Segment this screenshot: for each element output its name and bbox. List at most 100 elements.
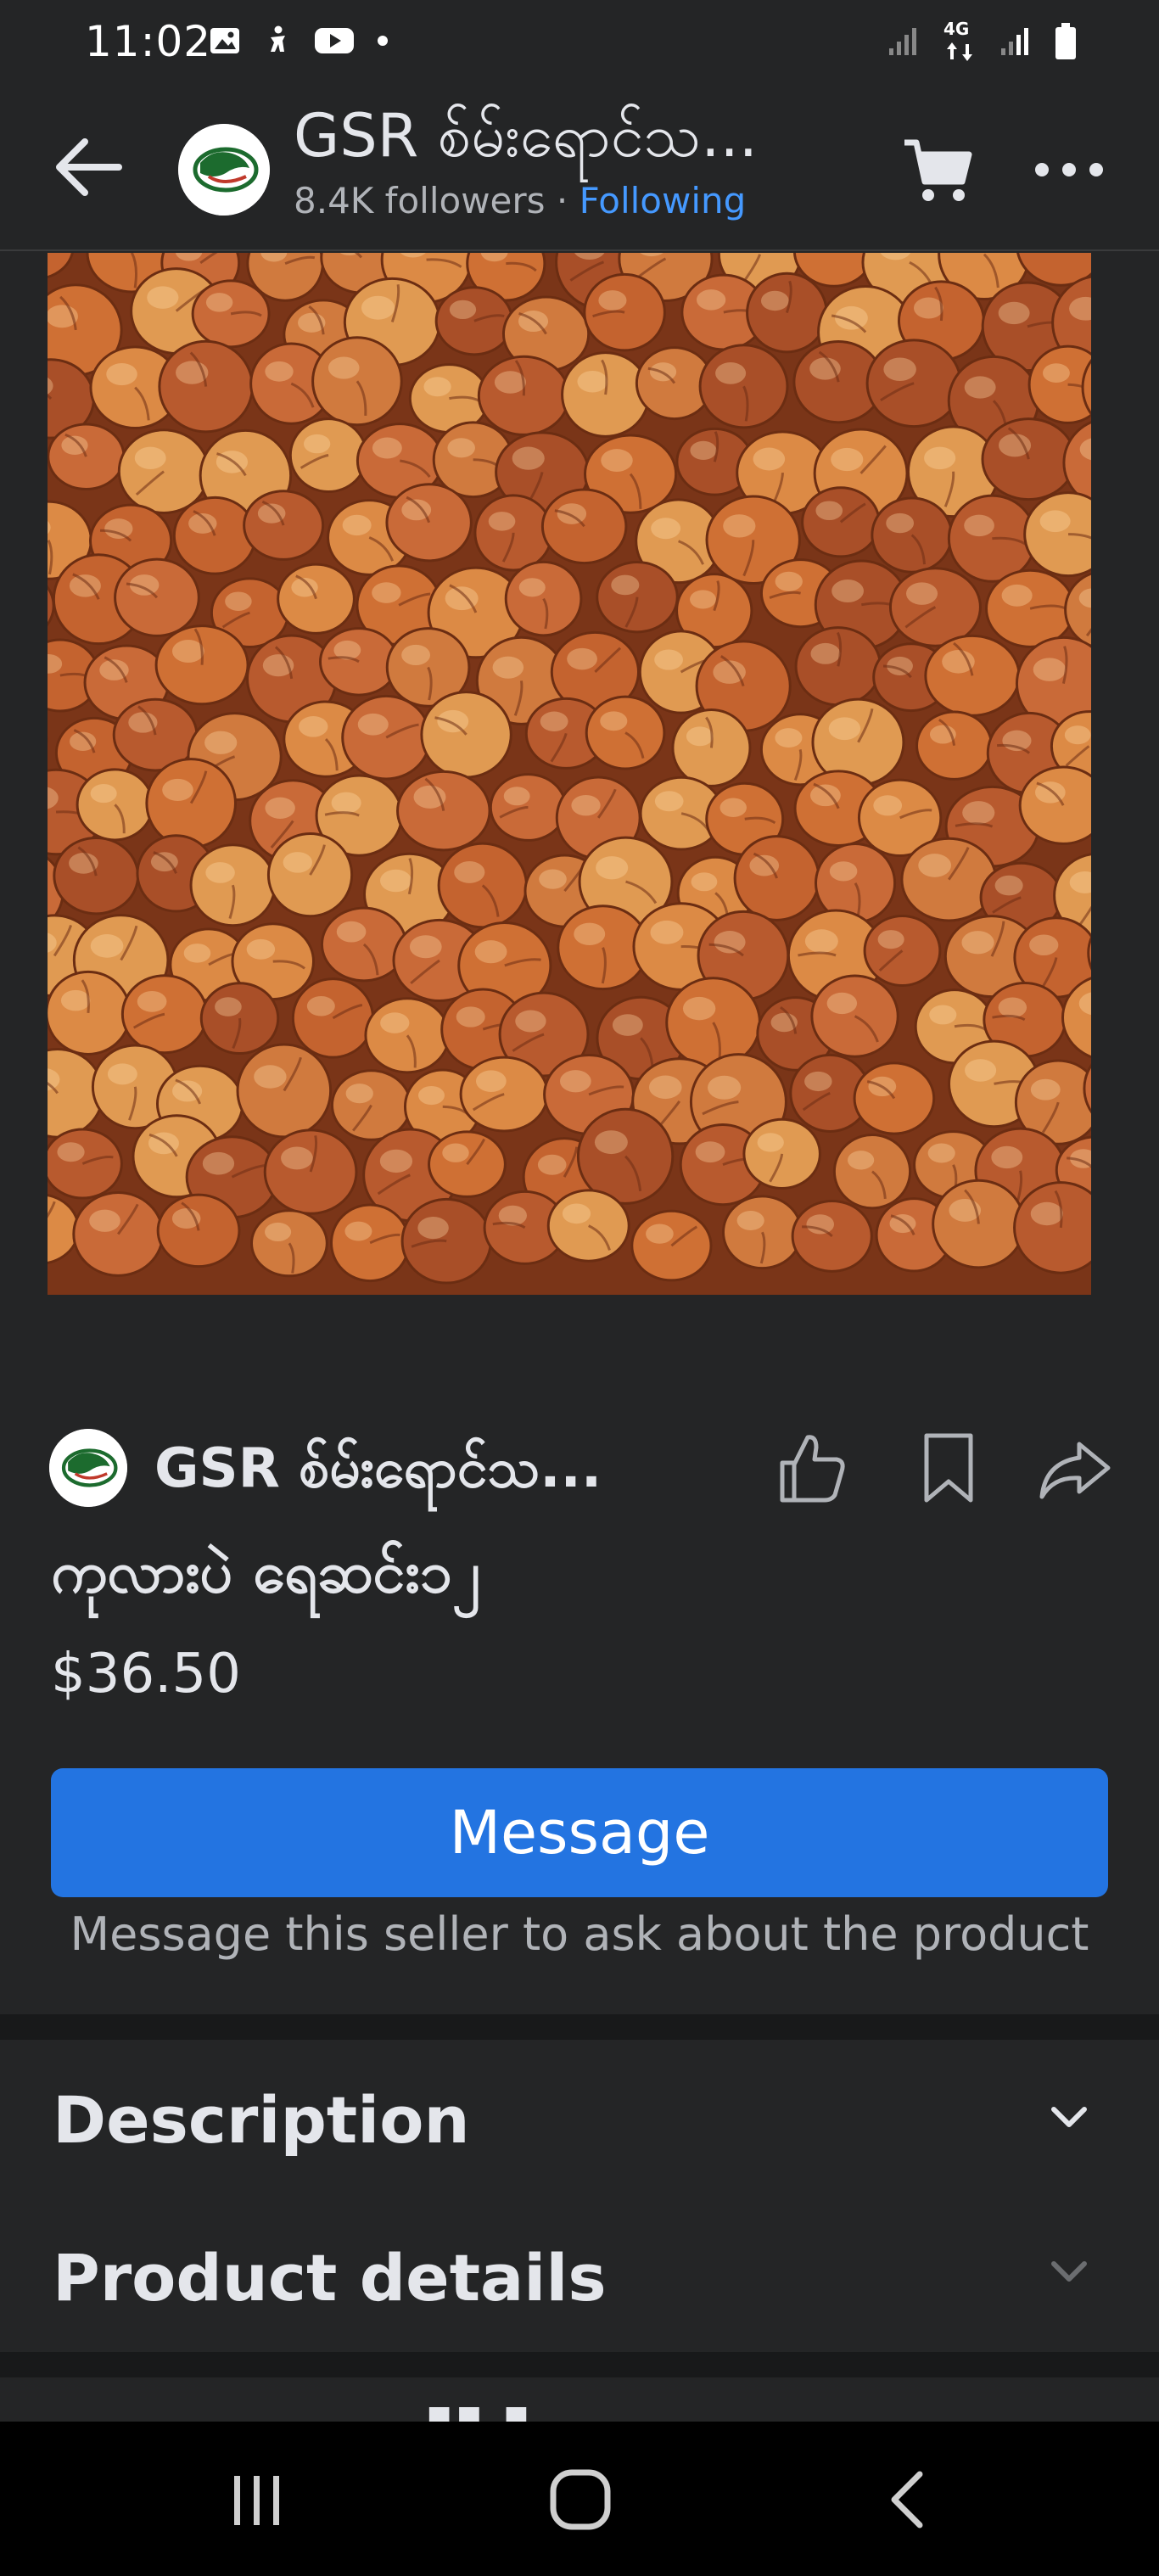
- system-icons: 4G: [886, 19, 1078, 63]
- product-image[interactable]: [48, 253, 1091, 1295]
- description-section[interactable]: Description: [0, 2040, 1159, 2192]
- chickpea: [53, 836, 140, 916]
- chickpea: [48, 1128, 123, 1200]
- share-arrow-icon: [1039, 1442, 1111, 1499]
- chickpea: [117, 428, 210, 515]
- chickpea: [746, 272, 828, 354]
- chickpea: [72, 1191, 165, 1277]
- chickpea: [585, 695, 666, 770]
- product-details-section[interactable]: Product details: [0, 2198, 1159, 2350]
- chickpea: [48, 423, 126, 490]
- partially-visible-section: ▮▮ ▮: [0, 2393, 1159, 2422]
- chickpea: [341, 694, 432, 781]
- like-button[interactable]: [767, 1425, 852, 1510]
- youtube-icon: [315, 28, 354, 53]
- chickpea: [428, 1130, 507, 1198]
- recent-apps-button[interactable]: [227, 2471, 287, 2530]
- seller-avatar[interactable]: [49, 1429, 127, 1507]
- product-price: $36.50: [51, 1643, 241, 1705]
- chickpea: [263, 1128, 358, 1215]
- chickpea: [48, 970, 132, 1056]
- home-button[interactable]: [548, 2467, 613, 2532]
- chickpea: [915, 710, 994, 781]
- chickpea: [865, 339, 962, 428]
- chickpea: [981, 417, 1077, 501]
- chickpea: [794, 626, 882, 707]
- following-link[interactable]: Following: [580, 180, 747, 221]
- chickpea: [243, 490, 325, 561]
- chickpea: [156, 1193, 241, 1268]
- cart-button[interactable]: [899, 132, 976, 209]
- chickpea: [947, 494, 1037, 583]
- chickpea: [154, 624, 249, 706]
- chickpea: [437, 842, 528, 929]
- app-header: GSR စ်မ်းရောင်သ... 8.4K followers · Foll…: [0, 85, 1159, 251]
- chickpea: [791, 1199, 873, 1273]
- chickpea: [540, 488, 628, 565]
- chickpea: [1013, 1181, 1091, 1274]
- chickpea: [434, 286, 514, 356]
- chickpea: [742, 1117, 821, 1190]
- bookmark-icon: [924, 1433, 973, 1503]
- chickpea: [158, 339, 254, 434]
- page-avatar[interactable]: [178, 124, 270, 216]
- accessibility-icon: [271, 25, 285, 52]
- signal-icon-2: [1001, 28, 1028, 55]
- chickpea: [319, 627, 399, 697]
- seller-name[interactable]: GSR စ်မ်းရောင်သ...: [154, 1434, 602, 1514]
- chickpea: [832, 1134, 912, 1210]
- product-title: ကုလားပဲ ရေဆင်း၁၂: [51, 1539, 481, 1606]
- chickpea: [924, 634, 1021, 717]
- chickpea: [853, 1061, 936, 1135]
- message-button[interactable]: Message: [51, 1768, 1108, 1897]
- chickpea: [888, 567, 982, 647]
- gsr-logo-icon: [49, 1429, 127, 1507]
- shopping-cart-icon: [904, 139, 972, 201]
- home-icon: [550, 2469, 611, 2530]
- gallery-icon: [210, 28, 239, 53]
- seller-row: GSR စ်မ်းရောင်သ...: [49, 1425, 1118, 1510]
- description-label: Description: [53, 2082, 470, 2158]
- more-options-button[interactable]: [1027, 136, 1111, 204]
- chickpea: [698, 344, 789, 429]
- battery-icon: [1055, 23, 1076, 59]
- chickpea: [671, 708, 752, 787]
- back-button[interactable]: [51, 129, 127, 205]
- chevron-down-icon: [1051, 2261, 1087, 2282]
- chickpea: [120, 974, 209, 1055]
- chickpea: [985, 568, 1076, 648]
- chevron-left-icon: [891, 2471, 923, 2528]
- chickpea: [191, 279, 271, 349]
- system-back-button[interactable]: [882, 2467, 933, 2532]
- chickpea: [810, 974, 899, 1058]
- chickpea: [561, 351, 651, 438]
- chickpea: [420, 691, 512, 779]
- chickpea: [1018, 765, 1091, 845]
- meta-separator: ·: [545, 180, 580, 221]
- share-button[interactable]: [1037, 1425, 1113, 1510]
- section-divider: [0, 2352, 1159, 2377]
- chickpea: [364, 997, 451, 1074]
- save-button[interactable]: [915, 1425, 983, 1510]
- status-time: 11:02: [85, 17, 212, 66]
- chickpea: [801, 486, 881, 558]
- chickpea: [291, 977, 375, 1059]
- chickpea: [145, 758, 237, 849]
- page-name[interactable]: GSR စ်မ်းရောင်သ...: [294, 98, 758, 186]
- chickpea: [311, 336, 403, 427]
- chickpea: [114, 557, 200, 637]
- page-meta: 8.4K followers · Following: [294, 180, 746, 221]
- chickpea: [473, 494, 553, 572]
- chickpea: [733, 835, 820, 921]
- chickpea: [76, 768, 154, 842]
- data-arrows-icon: [947, 42, 972, 61]
- chickpeas-photo: [48, 253, 1091, 1295]
- chickpea: [189, 843, 277, 927]
- chickpea: [396, 770, 491, 852]
- message-hint: Message this seller to ask about the pro…: [70, 1907, 1089, 1961]
- chickpea: [630, 1209, 713, 1282]
- network-type: 4G: [942, 19, 979, 63]
- chickpea: [665, 977, 761, 1068]
- partial-heading-fragment: ▮▮ ▮: [424, 2393, 531, 2422]
- section-divider: [0, 2014, 1159, 2040]
